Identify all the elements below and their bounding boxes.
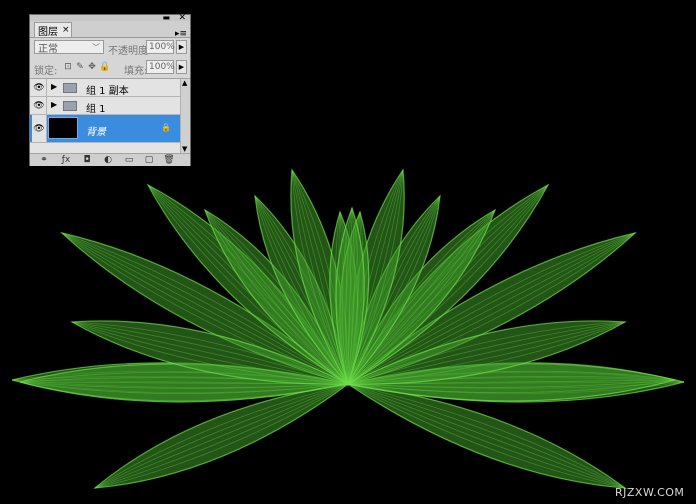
layers-scrollbar[interactable]: ▲ ▼: [180, 79, 190, 153]
layer-row-selected[interactable]: 👁 背景 🔒: [30, 115, 180, 143]
eye-icon[interactable]: 👁: [32, 115, 47, 142]
opacity-input[interactable]: 100%: [146, 40, 175, 54]
scroll-down-icon[interactable]: ▼: [182, 145, 187, 153]
eye-icon[interactable]: 👁: [32, 97, 47, 114]
layers-list: 👁 ▶ 组 1 副本 👁 ▶ 组 1 👁 背景 🔒: [30, 79, 180, 153]
layer-thumbnail: [48, 117, 78, 139]
trash-icon[interactable]: 🗑: [163, 154, 175, 166]
layer-name: 组 1 副本: [86, 86, 129, 97]
lock-icon: 🔒: [161, 123, 171, 132]
tab-close-icon[interactable]: ×: [62, 25, 70, 35]
layer-row[interactable]: 👁 ▶ 组 1 副本: [30, 79, 180, 97]
blend-mode-select[interactable]: 正常 ﹀: [34, 40, 104, 55]
layer-row[interactable]: 👁 ▶ 组 1: [30, 97, 180, 115]
opacity-arrow-icon[interactable]: ▶: [176, 40, 187, 54]
expand-arrow-icon[interactable]: ▶: [51, 82, 57, 91]
layer-name: 组 1: [86, 104, 106, 115]
fx-icon[interactable]: ƒx: [60, 154, 72, 166]
link-icon[interactable]: ⚭: [38, 154, 50, 166]
lock-position-icon[interactable]: ✥: [87, 62, 97, 72]
mask-icon[interactable]: ◘: [81, 154, 93, 166]
lock-row: 锁定: ⊡ ✎ ✥ 🔒 填充: 100% ▶: [30, 58, 190, 79]
watermark: RJZXW.COM: [615, 486, 685, 499]
blend-row: 正常 ﹀ 不透明度: 100% ▶: [30, 38, 190, 58]
layers-bottom-bar: ⚭ ƒx ◘ ◐ ▭ ▢ 🗑: [30, 153, 190, 166]
panel-tabs: 图层 × ▸≡: [30, 21, 190, 39]
tab-layers-label: 图层: [38, 26, 58, 38]
adjustment-icon[interactable]: ◐: [102, 154, 114, 166]
layer-name: 背景: [86, 127, 106, 138]
expand-arrow-icon[interactable]: ▶: [51, 100, 57, 109]
layers-panel: ▬ ✕ 图层 × ▸≡ 正常 ﹀ 不透明度: 100% ▶ 锁定: ⊡ ✎ ✥ …: [29, 14, 191, 166]
fill-arrow-icon[interactable]: ▶: [176, 60, 187, 74]
lock-pixels-icon[interactable]: ✎: [75, 62, 85, 72]
lock-label: 锁定:: [34, 66, 58, 77]
fill-input[interactable]: 100%: [146, 60, 175, 74]
folder-icon: [63, 101, 77, 111]
blend-mode-value: 正常: [38, 43, 58, 55]
new-group-icon[interactable]: ▭: [123, 154, 135, 166]
tab-layers[interactable]: 图层 ×: [34, 22, 72, 38]
chevron-down-icon: ﹀: [92, 43, 100, 52]
opacity-label: 不透明度:: [108, 46, 152, 57]
lock-all-icon[interactable]: 🔒: [99, 62, 110, 72]
folder-icon: [63, 83, 77, 93]
scroll-up-icon[interactable]: ▲: [182, 79, 187, 87]
new-layer-icon[interactable]: ▢: [143, 154, 155, 166]
eye-icon[interactable]: 👁: [32, 79, 47, 96]
fill-label: 填充:: [124, 66, 148, 77]
lock-transparency-icon[interactable]: ⊡: [63, 62, 73, 72]
lotus-leaves: [11, 168, 685, 489]
